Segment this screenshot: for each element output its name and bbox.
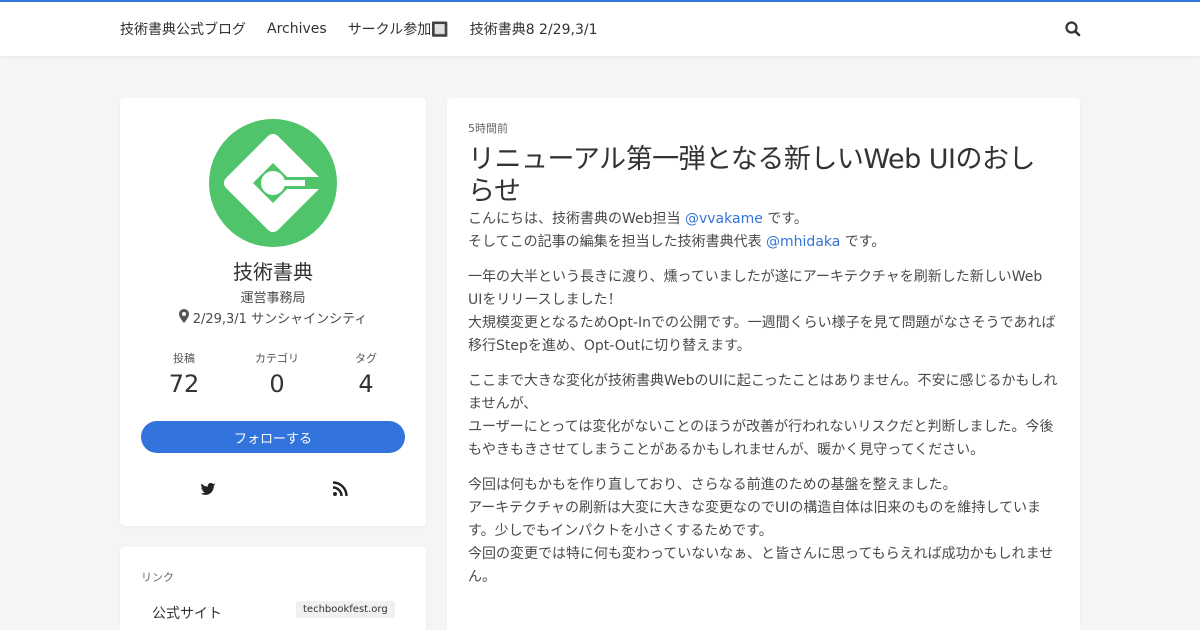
paragraph-line: アーキテクチャの刷新は大変に大きな変更なのでUIの構造自体は旧来のものを維持して…: [468, 500, 1041, 539]
stat-categories[interactable]: カテゴリ 0: [232, 350, 322, 398]
text-span: そしてこの記事の編集を担当した技術書典代表: [468, 234, 767, 250]
paragraph-line: こんにちは、技術書典のWeb担当 @vvakame です。: [468, 208, 1058, 231]
links-heading: リンク: [141, 571, 174, 584]
article-title[interactable]: リニューアル第一弾となる新しいWeb UIのおしらせ: [468, 144, 1058, 208]
stat-value: 0: [269, 370, 285, 398]
nav-techbookfest8[interactable]: 技術書典8 2/29,3/1: [470, 19, 598, 39]
article-time: 5時間前: [468, 122, 508, 135]
search-icon[interactable]: [1063, 19, 1083, 39]
article-paragraph-3: ここまで大きな変化が技術書典WebのUIに起こったことはありません。不安に感じる…: [468, 370, 1058, 462]
paragraph-line: 一年の大半という長きに渡り、燻っていましたが遂にアーキテクチャを刷新した新しいW…: [468, 269, 1043, 308]
nav-blog-home[interactable]: 技術書典公式ブログ: [120, 19, 246, 39]
stat-tags[interactable]: タグ 4: [321, 350, 411, 398]
profile-name: 技術書典: [233, 260, 313, 284]
article-paragraph-4: 今回は何もかもを作り直しており、さらなる前進のための基盤を整えました。 アーキテ…: [468, 474, 1058, 589]
text-span: です。: [840, 234, 886, 250]
stat-value: 72: [168, 370, 200, 398]
profile-card: 技術書典 運営事務局 2/29,3/1 サンシャインシティ 投稿 72 カテゴリ…: [120, 98, 426, 526]
link-official-site[interactable]: 公式サイト: [152, 603, 222, 623]
paragraph-line: 今回は何もかもを作り直しており、さらなる前進のための基盤を整えました。: [468, 477, 957, 493]
top-navbar: 技術書典公式ブログ Archives サークル参加🔲 技術書典8 2/29,3/…: [0, 0, 1200, 56]
stat-label: 投稿: [173, 352, 195, 365]
author-link-vvakame[interactable]: @vvakame: [685, 211, 763, 227]
paragraph-line: そしてこの記事の編集を担当した技術書典代表 @mhidaka です。: [468, 231, 1058, 254]
location-text: 2/29,3/1 サンシャインシティ: [192, 312, 368, 327]
main-nav: 技術書典公式ブログ Archives サークル参加🔲 技術書典8 2/29,3/…: [120, 2, 597, 56]
paragraph-line: 大規模変更となるためOpt-Inでの公開です。一週間くらい様子を見て問題がなさそ…: [468, 315, 1056, 354]
link-domain-tag: techbookfest.org: [296, 601, 395, 618]
article-card: 5時間前 リニューアル第一弾となる新しいWeb UIのおしらせ こんにちは、技術…: [447, 98, 1080, 630]
nav-circle-entry[interactable]: サークル参加🔲: [348, 19, 449, 39]
paragraph-line: ここまで大きな変化が技術書典WebのUIに起こったことはありません。不安に感じる…: [468, 373, 1058, 412]
techbookfest-logo: [209, 119, 337, 247]
twitter-icon[interactable]: [200, 481, 216, 497]
article-paragraph-2: 一年の大半という長きに渡り、燻っていましたが遂にアーキテクチャを刷新した新しいW…: [468, 266, 1058, 358]
stat-value: 4: [358, 370, 374, 398]
text-span: こんにちは、技術書典のWeb担当: [468, 211, 685, 227]
text-span: です。: [762, 211, 808, 227]
profile-org: 運営事務局: [240, 291, 306, 306]
follow-button[interactable]: フォローする: [141, 421, 405, 453]
article-content: 5時間前 リニューアル第一弾となる新しいWeb UIのおしらせ こんにちは、技術…: [468, 120, 1058, 589]
map-marker-icon: [178, 308, 189, 327]
stat-posts[interactable]: 投稿 72: [139, 350, 229, 398]
author-link-mhidaka[interactable]: @mhidaka: [766, 234, 840, 250]
article-paragraph-1: こんにちは、技術書典のWeb担当 @vvakame です。 そしてこの記事の編集…: [468, 208, 1058, 254]
paragraph-line: ユーザーにとっては変化がないことのほうが改善が行われないリスクだと判断しました。…: [468, 419, 1054, 458]
profile-location: 2/29,3/1 サンシャインシティ: [120, 308, 426, 327]
nav-archives[interactable]: Archives: [267, 21, 327, 37]
stat-label: タグ: [355, 352, 377, 365]
paragraph-line: 今回の変更では特に何も変わっていないなぁ、と皆さんに思ってもらえれば成功かもしれ…: [468, 546, 1054, 585]
stat-label: カテゴリ: [255, 352, 299, 365]
rss-icon[interactable]: [332, 481, 348, 497]
links-card: リンク 公式サイト techbookfest.org: [120, 547, 426, 630]
